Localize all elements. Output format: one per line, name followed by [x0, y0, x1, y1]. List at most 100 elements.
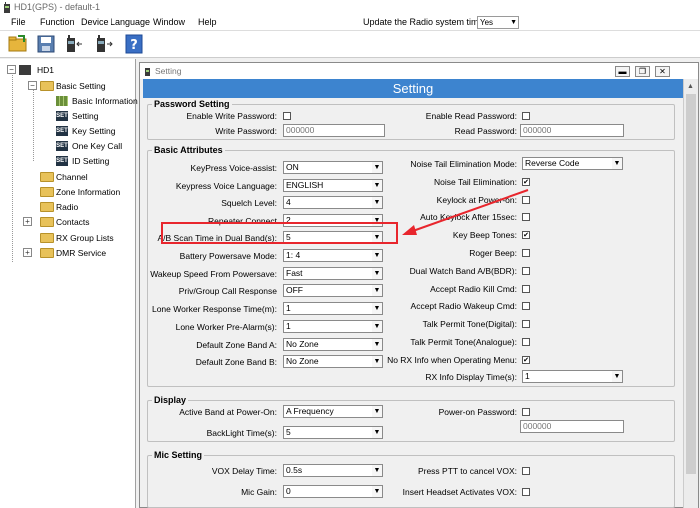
basic-left-label: Default Zone Band B:	[195, 357, 277, 367]
tree-item-one-key-call[interactable]: One Key Call	[72, 141, 122, 151]
basic-left-value: 1: 4	[286, 250, 301, 260]
tree-item-contacts[interactable]: Contacts	[56, 217, 90, 227]
expand-icon[interactable]: +	[23, 248, 32, 257]
active-band-select[interactable]: A Frequency ▼	[283, 405, 383, 418]
power-on-password-input[interactable]: 000000	[520, 420, 624, 433]
minimize-button[interactable]: ▬	[615, 66, 630, 77]
basic-left-value: OFF	[286, 285, 303, 295]
folder-icon	[40, 233, 54, 243]
chevron-down-icon: ▼	[372, 486, 382, 497]
tree-item-dmr-service[interactable]: DMR Service	[56, 248, 106, 258]
backlight-time-select[interactable]: 5 ▼	[283, 426, 383, 439]
vox-delay-time-select[interactable]: 0.5s ▼	[283, 464, 383, 477]
menu-file[interactable]: File	[11, 17, 26, 27]
navigation-tree: − HD1 − Basic Setting Basic Information …	[0, 59, 138, 508]
tree-item-radio[interactable]: Radio	[56, 202, 78, 212]
help-icon[interactable]: ?	[124, 34, 144, 54]
menu-function[interactable]: Function	[40, 17, 75, 27]
basic-left-label: Wakeup Speed From Powersave:	[150, 269, 277, 279]
collapse-icon[interactable]: −	[7, 65, 16, 74]
write-radio-icon[interactable]	[94, 34, 114, 54]
folder-icon	[40, 217, 54, 227]
basic-left-select[interactable]: 1 ▼	[283, 320, 383, 333]
menu-device[interactable]: Device	[81, 17, 109, 27]
scroll-thumb[interactable]	[686, 94, 696, 474]
collapse-icon[interactable]: −	[28, 81, 37, 90]
enable-write-password-checkbox[interactable]	[283, 112, 291, 120]
open-folder-icon[interactable]	[8, 34, 28, 54]
power-on-password-checkbox[interactable]	[522, 408, 530, 416]
basic-left-value: No Zone	[286, 339, 319, 349]
press-ptt-cancel-vox-label: Press PTT to cancel VOX:	[417, 466, 517, 476]
basic-right-checkbox[interactable]	[522, 285, 530, 293]
close-button[interactable]: ✕	[655, 66, 670, 77]
basic-left-select[interactable]: ENGLISH ▼	[283, 179, 383, 192]
chevron-down-icon: ▼	[372, 180, 382, 191]
save-icon[interactable]	[36, 34, 56, 54]
update-system-time-select[interactable]: Yes ▼	[477, 16, 519, 29]
chevron-down-icon: ▼	[372, 250, 382, 261]
basic-left-label: Keypress Voice Language:	[175, 181, 277, 191]
expand-icon[interactable]: +	[23, 217, 32, 226]
basic-left-select[interactable]: Fast ▼	[283, 267, 383, 280]
set-icon: SET	[56, 111, 68, 121]
tree-item-rx-group-lists[interactable]: RX Group Lists	[56, 233, 114, 243]
set-icon: SET	[56, 156, 68, 166]
basic-right-checkbox[interactable]: ✔	[522, 356, 530, 364]
chevron-down-icon: ▼	[372, 303, 382, 314]
basic-right-select[interactable]: Reverse Code ▼	[522, 157, 623, 170]
read-password-input[interactable]: 000000	[520, 124, 624, 137]
read-password-label: Read Password:	[454, 126, 517, 136]
tree-item-zone-information[interactable]: Zone Information	[56, 187, 120, 197]
insert-headset-vox-checkbox[interactable]	[522, 488, 530, 496]
basic-right-label: Talk Permit Tone(Digital):	[422, 319, 517, 329]
basic-left-label: KeyPress Voice-assist:	[190, 163, 277, 173]
basic-left-select[interactable]: ON ▼	[283, 161, 383, 174]
basic-left-select[interactable]: 1 ▼	[283, 302, 383, 315]
basic-left-select[interactable]: 1: 4 ▼	[283, 249, 383, 262]
basic-right-label: Noise Tail Elimination:	[434, 177, 517, 187]
basic-right-checkbox[interactable]	[522, 302, 530, 310]
enable-read-password-checkbox[interactable]	[522, 112, 530, 120]
tree-item-key-setting[interactable]: Key Setting	[72, 126, 115, 136]
radio-icon	[145, 68, 150, 76]
basic-left-select[interactable]: No Zone ▼	[283, 355, 383, 368]
basic-right-checkbox[interactable]	[522, 249, 530, 257]
basic-left-value: 1	[286, 303, 291, 313]
basic-left-select[interactable]: 4 ▼	[283, 196, 383, 209]
scroll-up-icon[interactable]: ▲	[684, 80, 697, 93]
tree-item-id-setting[interactable]: ID Setting	[72, 156, 109, 166]
svg-text:?: ?	[130, 38, 138, 53]
tree-item-channel[interactable]: Channel	[56, 172, 88, 182]
menu-window[interactable]: Window	[153, 17, 185, 27]
read-radio-icon[interactable]	[64, 34, 84, 54]
basic-left-label: Lone Worker Response Time(m):	[151, 304, 277, 314]
tree-item-basic-setting[interactable]: Basic Setting	[56, 81, 106, 91]
press-ptt-cancel-vox-checkbox[interactable]	[522, 467, 530, 475]
tree-root-hd1[interactable]: HD1	[37, 65, 54, 75]
basic-right-select[interactable]: 1 ▼	[522, 370, 623, 383]
tree-item-setting[interactable]: Setting	[72, 111, 98, 121]
display-title: Display	[152, 395, 189, 405]
menu-help[interactable]: Help	[198, 17, 217, 27]
restore-button[interactable]: ❐	[635, 66, 650, 77]
basic-right-checkbox[interactable]	[522, 267, 530, 275]
basic-right-checkbox[interactable]	[522, 320, 530, 328]
basic-right-label: RX Info Display Time(s):	[425, 372, 517, 382]
set-icon: SET	[56, 126, 68, 136]
basic-right-checkbox[interactable]: ✔	[522, 178, 530, 186]
tree-item-basic-information[interactable]: Basic Information	[72, 96, 138, 106]
menu-language[interactable]: Language	[111, 17, 150, 27]
highlight-box	[161, 222, 398, 244]
chevron-down-icon: ▼	[372, 465, 382, 476]
chevron-down-icon: ▼	[372, 197, 382, 208]
set-icon: SET	[56, 141, 68, 151]
setting-window-title: Setting	[155, 66, 182, 76]
basic-left-label: Default Zone Band A:	[196, 340, 277, 350]
mic-gain-select[interactable]: 0 ▼	[283, 485, 383, 498]
basic-left-select[interactable]: No Zone ▼	[283, 338, 383, 351]
basic-left-select[interactable]: OFF ▼	[283, 284, 383, 297]
write-password-input[interactable]: 000000	[283, 124, 385, 137]
basic-right-checkbox[interactable]	[522, 338, 530, 346]
radio-app-icon	[4, 2, 10, 13]
